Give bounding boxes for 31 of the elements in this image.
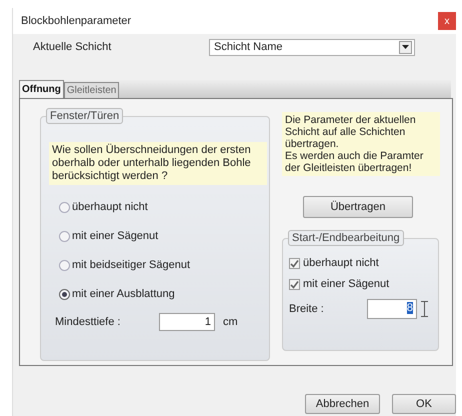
- checkbox[interactable]: [289, 278, 300, 290]
- field-label: Mindesttiefe :: [55, 316, 122, 328]
- dialog-button[interactable]: OK: [392, 394, 456, 414]
- option-label: mit beidseitiger Sägenut: [72, 259, 190, 271]
- field-label: Aktuelle Schicht: [33, 41, 112, 53]
- transfer-button[interactable]: Übertragen: [303, 196, 413, 218]
- radio-button[interactable]: [59, 230, 70, 242]
- radio-button[interactable]: [59, 260, 70, 270]
- tab[interactable]: Gleitleisten: [64, 82, 120, 98]
- option-label: überhaupt nicht: [72, 201, 148, 213]
- checkbox[interactable]: [289, 258, 300, 268]
- option-label: überhaupt nicht: [303, 257, 379, 269]
- group-title: Fenster/Türen: [46, 108, 124, 124]
- width-field[interactable]: 8: [367, 299, 417, 319]
- unit-label: cm: [223, 316, 238, 328]
- radio-button[interactable]: [59, 288, 70, 300]
- field-label: Breite :: [289, 303, 325, 315]
- hint-text: Wie sollen Überschneidungen der ersten oberhalb oder unterhalb liegenden Bohle berücksichtigt werden ?: [49, 142, 267, 185]
- layer-dropdown[interactable]: Schicht Name: [209, 38, 415, 56]
- depth-field[interactable]: 1: [159, 313, 215, 331]
- dialog-button[interactable]: Abbrechen: [305, 394, 380, 414]
- close-button[interactable]: x: [438, 12, 456, 30]
- hint-text: Die Parameter der aktuellen Schicht auf alle Schichten übertragen. Es werden auch die Paramter der Gleitleisten übertragen!: [282, 112, 440, 176]
- option-label: mit einer Sägenut: [303, 278, 390, 290]
- option-label: mit einer Sägenut: [72, 230, 158, 242]
- group-title: Start-/Endbearbeitung: [288, 230, 404, 246]
- window-title: Blockbohlenparameter: [21, 15, 132, 27]
- option-label: mit einer Ausblattung: [72, 288, 175, 300]
- radio-button[interactable]: [59, 202, 70, 212]
- tab[interactable]: Offnung: [19, 80, 64, 98]
- text-cursor-icon: [421, 301, 428, 317]
